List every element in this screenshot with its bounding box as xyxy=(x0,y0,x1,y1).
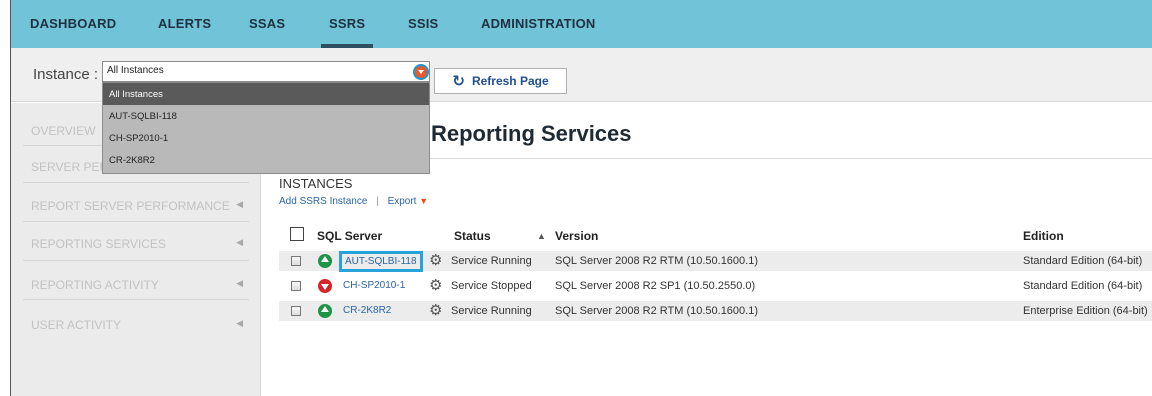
edition-text: Standard Edition (64-bit) xyxy=(1023,280,1143,292)
status-text: Service Running xyxy=(451,255,532,267)
status-text: Service Stopped xyxy=(451,280,532,292)
version-text: SQL Server 2008 R2 RTM (10.50.1600.1) xyxy=(555,255,758,267)
sidebar-item-label: OVERVIEW xyxy=(31,124,96,138)
row-checkbox[interactable] xyxy=(291,306,301,316)
export-dropdown-icon[interactable]: ▼ xyxy=(419,196,428,206)
sidebar-item-label: REPORTING ACTIVITY xyxy=(31,278,159,292)
sidebar-divider xyxy=(23,221,249,222)
server-link[interactable]: CR-2K8R2 xyxy=(343,305,391,316)
sidebar-item-label: USER ACTIVITY xyxy=(31,318,122,332)
status-text: Service Running xyxy=(451,305,532,317)
sidebar-item-reporting-activity[interactable]: REPORTING ACTIVITY ◀ xyxy=(31,278,243,304)
instance-option[interactable]: All Instances xyxy=(103,83,429,105)
gear-icon[interactable]: ⚙ xyxy=(429,302,442,320)
row-checkbox[interactable] xyxy=(291,256,301,266)
caret-left-icon: ◀ xyxy=(236,278,243,288)
caret-left-icon: ◀ xyxy=(236,199,243,209)
caret-left-icon: ◀ xyxy=(236,318,243,328)
sidebar-item-label: REPORTING SERVICES xyxy=(31,237,166,251)
app-frame: DASHBOARD ALERTS SSAS SSRS SSIS ADMINIST… xyxy=(10,0,1152,396)
tab-ssis[interactable]: SSIS xyxy=(408,16,438,48)
version-text: SQL Server 2008 R2 RTM (10.50.1600.1) xyxy=(555,305,758,317)
instance-option[interactable]: AUT-SQLBI-118 xyxy=(103,105,429,127)
tab-administration[interactable]: ADMINISTRATION xyxy=(481,16,596,48)
instance-dropdown-list: All Instances AUT-SQLBI-118 CH-SP2010-1 … xyxy=(102,82,430,174)
column-header-status[interactable]: Status xyxy=(454,229,491,243)
table-row: AUT-SQLBI-118 ⚙ Service Running SQL Serv… xyxy=(279,251,1152,272)
sidebar-divider xyxy=(23,260,249,261)
tab-dashboard[interactable]: DASHBOARD xyxy=(30,16,116,48)
sort-ascending-icon[interactable]: ▲ xyxy=(537,231,546,241)
section-title: INSTANCES xyxy=(279,176,353,191)
gear-icon[interactable]: ⚙ xyxy=(429,252,442,270)
status-up-icon xyxy=(318,304,332,318)
column-header-edition[interactable]: Edition xyxy=(1023,229,1064,243)
refresh-page-label: Refresh Page xyxy=(471,74,549,88)
top-nav: DASHBOARD ALERTS SSAS SSRS SSIS ADMINIST… xyxy=(11,0,1152,48)
tab-alerts[interactable]: ALERTS xyxy=(158,16,211,48)
instance-select[interactable]: All Instances xyxy=(102,61,430,82)
select-all-checkbox[interactable] xyxy=(290,227,304,241)
sidebar-item-user-activity[interactable]: USER ACTIVITY ◀ xyxy=(31,318,243,344)
instance-option[interactable]: CH-SP2010-1 xyxy=(103,127,429,149)
edition-text: Enterprise Edition (64-bit) xyxy=(1023,305,1148,317)
caret-left-icon: ◀ xyxy=(236,237,243,247)
export-link[interactable]: Export xyxy=(388,196,417,207)
dropdown-arrow-icon[interactable] xyxy=(413,64,429,80)
status-down-icon xyxy=(318,279,332,293)
page-title: Reporting Services xyxy=(431,121,632,146)
server-link[interactable]: AUT-SQLBI-118 xyxy=(339,251,423,272)
version-text: SQL Server 2008 R2 SP1 (10.50.2550.0) xyxy=(555,280,756,292)
table-row: CR-2K8R2 ⚙ Service Running SQL Server 20… xyxy=(279,301,1152,321)
tab-ssrs[interactable]: SSRS xyxy=(320,16,374,48)
sidebar-divider xyxy=(23,299,249,300)
sidebar-divider xyxy=(23,182,249,183)
gear-icon[interactable]: ⚙ xyxy=(429,277,442,295)
edition-text: Standard Edition (64-bit) xyxy=(1023,255,1143,267)
action-separator: | xyxy=(376,196,379,207)
sidebar-item-label: REPORT SERVER PERFORMANCE xyxy=(31,199,230,213)
add-ssrs-instance-link[interactable]: Add SSRS Instance xyxy=(279,196,367,207)
instance-label: Instance : xyxy=(33,66,99,83)
row-checkbox[interactable] xyxy=(291,281,301,291)
status-up-icon xyxy=(318,254,332,268)
refresh-page-button[interactable]: ↻ Refresh Page xyxy=(434,68,567,94)
instance-option[interactable]: CR-2K8R2 xyxy=(103,149,429,171)
column-header-version[interactable]: Version xyxy=(555,229,598,243)
column-header-sql-server[interactable]: SQL Server xyxy=(317,229,382,243)
server-link[interactable]: CH-SP2010-1 xyxy=(343,280,405,291)
tab-ssas[interactable]: SSAS xyxy=(249,16,285,48)
refresh-icon: ↻ xyxy=(452,73,465,90)
instance-actions: Add SSRS Instance | Export ▼ xyxy=(279,196,428,207)
table-row: CH-SP2010-1 ⚙ Service Stopped SQL Server… xyxy=(279,276,1152,296)
